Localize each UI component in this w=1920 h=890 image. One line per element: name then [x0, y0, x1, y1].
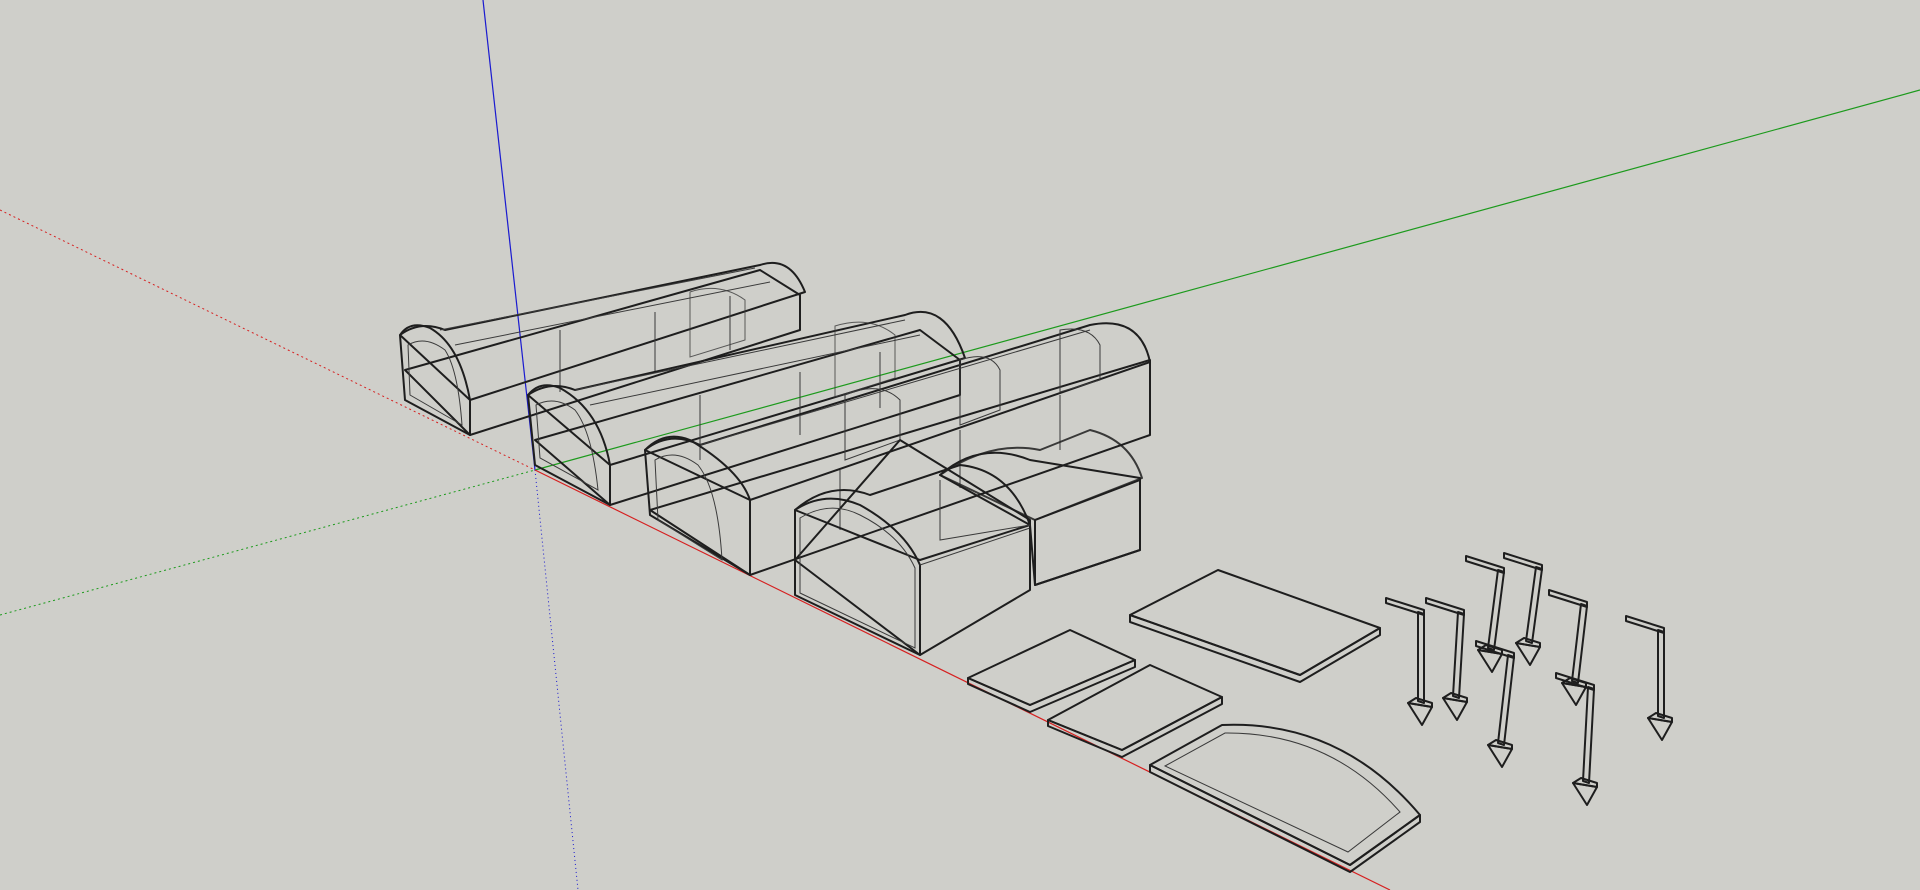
floor-plate[interactable] [1047, 664, 1223, 758]
long-cabin-module[interactable] [527, 310, 966, 506]
axis-blue-negative [534, 469, 579, 890]
axis-blue [482, 0, 536, 471]
long-cabin-module[interactable] [399, 261, 806, 436]
floor-plate[interactable] [967, 629, 1136, 713]
modeling-viewport[interactable] [0, 0, 1920, 890]
blue-cabin-module[interactable] [939, 429, 1143, 586]
post-footing[interactable] [1425, 597, 1468, 721]
post-footing[interactable] [1548, 589, 1588, 706]
post-footing[interactable] [1625, 615, 1673, 741]
axis-red-negative [0, 209, 536, 471]
medium-cabin-module[interactable] [644, 322, 1151, 576]
axis-green-negative [0, 469, 536, 616]
post-footing[interactable] [1555, 672, 1598, 806]
post-footing[interactable] [1465, 555, 1505, 673]
post-footing[interactable] [1385, 552, 1673, 806]
floor-plate[interactable] [1129, 569, 1381, 683]
axis-green [534, 89, 1920, 471]
post-footing[interactable] [1503, 552, 1543, 666]
arched-end-plate[interactable] [1149, 723, 1421, 873]
post-footing[interactable] [1385, 597, 1433, 726]
3d-scene-canvas[interactable] [0, 0, 1920, 890]
post-footing[interactable] [1475, 640, 1515, 768]
